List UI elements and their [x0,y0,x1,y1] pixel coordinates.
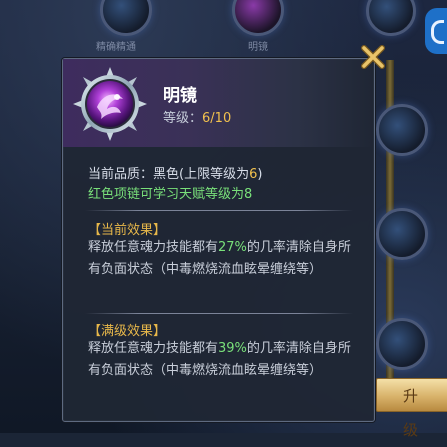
background-node-label: 明镜 [248,42,268,53]
background-skill-node[interactable] [232,0,284,36]
close-x-icon[interactable] [360,44,386,70]
talent-hint: 红色项链可学习天赋等级为8 [88,187,253,202]
level-row: 等级：6/10 [163,107,231,126]
current-effect-title: 【当前效果】 [88,223,167,238]
background-skill-node[interactable] [376,318,428,370]
max-effect-text: 释放任意魂力技能都有39%的几率清除自身所有负面状态（中毒燃烧流血眩晕缠绕等） [88,338,358,382]
skill-tooltip-panel: 明镜 等级：6/10 当前品质：黑色(上限等级为6) 红色项链可学习天赋等级为8… [62,58,375,422]
max-effect-percent: 39% [218,341,247,356]
quality-limit-close: ) [257,167,263,182]
max-effect-text-before: 释放任意魂力技能都有 [88,341,219,356]
current-effect-text-before: 释放任意魂力技能都有 [88,240,219,255]
background-node-label: 精确精通 [96,42,136,53]
background-skill-node[interactable] [376,104,428,156]
background-skill-node[interactable] [366,0,416,36]
item-name: 明镜 [163,86,197,106]
background-skill-node[interactable] [376,208,428,260]
section-divider [85,313,353,314]
quality-row: 当前品质：黑色(上限等级为6) [88,163,262,182]
quality-label: 当前品质： [88,167,154,182]
quality-limit: (上限等级为6) [179,167,262,182]
level-label: 等级： [163,111,203,126]
background-skill-node[interactable] [100,0,152,36]
game-logo-icon [425,8,447,54]
current-effect-percent: 27% [218,240,247,255]
section-divider [85,210,353,211]
upgrade-button[interactable]: 升 级 [376,378,447,439]
quality-value: 黑色 [153,167,180,182]
level-value: 6/10 [202,111,232,126]
current-effect-text: 释放任意魂力技能都有27%的几率清除自身所有负面状态（中毒燃烧流血眩晕缠绕等） [88,237,358,281]
quality-limit-open: (上限等级为 [179,167,250,182]
max-effect-title: 【满级效果】 [88,324,167,339]
mirror-skill-icon [73,67,147,141]
